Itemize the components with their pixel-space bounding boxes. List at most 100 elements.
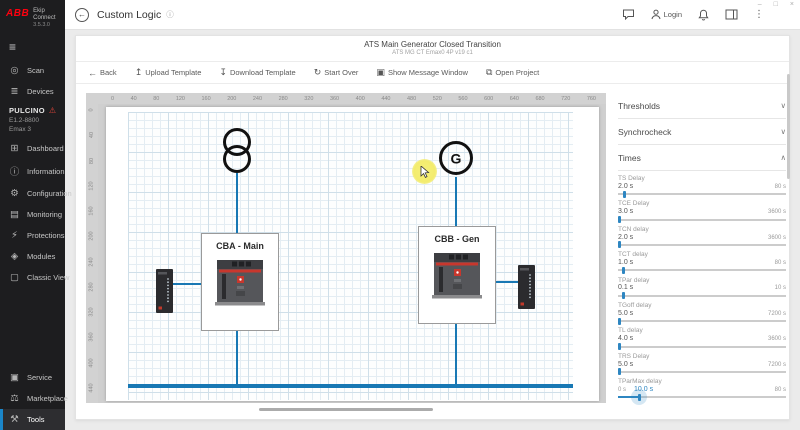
ruler-tick-label: 160 (201, 95, 211, 102)
transformer-symbol[interactable] (220, 127, 254, 179)
slider-thumb[interactable] (623, 190, 627, 198)
section-header-synchrocheck[interactable]: Synchrocheck ∨ (618, 119, 786, 145)
slider-max-label: 10 s (774, 285, 786, 292)
slider-thumb[interactable] (617, 368, 621, 376)
slider-tpar-delay: TPar delay 0.1 s 10 s (618, 277, 786, 302)
ruler-tick-label: 280 (278, 95, 288, 102)
slider-tct-delay: TCT delay 1.0 s 80 s (618, 251, 786, 276)
chevron-down-icon: ∨ (780, 101, 787, 110)
slider-track[interactable] (617, 343, 786, 351)
warning-icon: ⚠ (48, 106, 57, 116)
breaker-node-cbb-gen[interactable]: CBB - Gen (418, 226, 496, 324)
breaker-node-cba-main[interactable]: CBA - Main (201, 233, 279, 331)
ekip-module-right[interactable] (518, 265, 535, 309)
horizontal-ruler: 0 40 80 120 160 200 240 280 320 360 400 440 480 520 56… (98, 93, 606, 104)
maximize-icon[interactable]: □ (774, 1, 778, 8)
marketplace-icon: ⚖ (10, 393, 19, 404)
upload-template-button[interactable]: ↥ Upload Template (135, 67, 202, 78)
sidebar-item-classic-view[interactable]: ▢ Classic View (0, 267, 69, 288)
slider-track[interactable] (617, 368, 786, 376)
ruler-tick-label: 360 (89, 332, 95, 342)
generator-symbol[interactable]: G (437, 139, 475, 179)
canvas-viewport[interactable]: G CBA - Main CBB - Gen (98, 104, 606, 403)
notifications-bell-icon[interactable] (698, 9, 709, 21)
slider-thumb[interactable] (621, 292, 625, 300)
ruler-tick-label: 520 (432, 95, 442, 102)
show-message-window-button[interactable]: ▣ Show Message Window (376, 67, 468, 78)
section-header-times[interactable]: Times ∧ (618, 145, 786, 171)
download-template-button[interactable]: ↧ Download Template (219, 67, 295, 78)
slider-thumb[interactable] (617, 241, 621, 249)
sidebar-item-dashboard[interactable]: ⊞ Dashboard (0, 138, 65, 159)
start-over-button[interactable]: ↻ Start Over (314, 67, 359, 78)
ruler-tick-label: 400 (355, 95, 365, 102)
feedback-chat-icon[interactable] (622, 9, 635, 20)
section-label: Times (618, 152, 641, 163)
slider-track[interactable] (618, 389, 786, 406)
panel-scrollbar[interactable] (787, 74, 790, 179)
ekip-module-left[interactable] (156, 269, 173, 313)
back-button[interactable]: ← Back (88, 68, 117, 78)
brand: ABB Ekip Connect 3.5.3.0 (0, 0, 65, 34)
connector-cba-to-bus (236, 331, 238, 387)
ruler-tick-label: 240 (252, 95, 263, 102)
breaker-image (432, 253, 482, 299)
toolbar-item-label: Download Template (229, 68, 296, 77)
minimize-icon[interactable]: – (758, 1, 762, 8)
slider-track[interactable] (617, 216, 786, 224)
ruler-tick-label: 480 (407, 95, 417, 102)
slider-label: TRS Delay (618, 352, 650, 360)
sidebar-item-devices[interactable]: ≣ Devices (0, 81, 65, 102)
app-version: 3.5.3.0 (33, 21, 50, 28)
slider-label: TGoff delay (618, 301, 652, 309)
sidebar-item-tools[interactable]: ⚒ Tools (0, 409, 65, 430)
chevron-down-icon: ∨ (780, 127, 787, 136)
horizontal-scrollbar[interactable] (259, 408, 433, 411)
slider-track[interactable] (618, 266, 786, 274)
hamburger-menu-icon[interactable]: ≡ (0, 34, 65, 60)
slider-thumb[interactable] (622, 266, 626, 274)
slider-thumb[interactable] (617, 216, 621, 224)
login-button[interactable]: Login (651, 9, 682, 20)
device-family: Emax 3 (9, 125, 32, 133)
ruler-tick-label: 40 (130, 95, 137, 102)
open-project-icon: ⧉ (485, 67, 493, 77)
sidebar-item-scan[interactable]: ◎ Scan (0, 60, 65, 81)
sidebar-item-label: Modules (27, 252, 56, 262)
ruler-tick-label: 680 (535, 95, 545, 102)
device-block[interactable]: PULCINO ⚠ E1.2-8800 Emax 3 (0, 102, 65, 138)
toolbar-item-label: Open Project (495, 68, 540, 77)
sidebar-item-information[interactable]: ⓘ Information (0, 159, 65, 183)
close-icon[interactable]: × (790, 1, 794, 8)
sidebar-item-configuration[interactable]: ⚙ Configuration (0, 183, 71, 204)
sidebar-item-protections[interactable]: ⚡ Protections (0, 225, 65, 246)
sidebar-item-label: Monitoring (27, 210, 63, 220)
slider-thumb[interactable] (617, 317, 621, 325)
ruler-tick-label: 80 (89, 157, 95, 164)
ruler-tick-label: 200 (227, 95, 237, 102)
slider-label: TPar delay (618, 276, 650, 284)
slider-label: TCE Delay (618, 200, 650, 208)
slider-track[interactable] (617, 241, 786, 249)
sidebar-item-modules[interactable]: ◈ Modules (0, 246, 65, 267)
slider-track[interactable] (618, 292, 786, 300)
open-project-button[interactable]: ⧉ Open Project (486, 67, 539, 78)
sidebar-bottom-items: ▣ Service ⚖ Marketplace ⚒ Tools (0, 367, 68, 430)
slider-track[interactable] (618, 190, 786, 198)
side-panel-icon[interactable] (725, 9, 738, 20)
more-options-kebab-icon[interactable]: ⋮ (754, 9, 764, 20)
title-info-icon[interactable]: ⓘ (166, 9, 174, 20)
slider-thumb[interactable] (637, 393, 641, 401)
ruler-corner (86, 93, 98, 104)
sidebar-item-monitoring[interactable]: ▤ Monitoring (0, 204, 65, 225)
sidebar-item-service[interactable]: ▣ Service (0, 367, 65, 388)
login-label: Login (663, 10, 682, 19)
sidebar-item-marketplace[interactable]: ⚖ Marketplace (0, 388, 68, 409)
back-circle-icon[interactable]: ← (75, 7, 89, 22)
section-header-thresholds[interactable]: Thresholds ∨ (618, 93, 786, 119)
section-label: Thresholds (618, 100, 661, 111)
slider-thumb[interactable] (617, 343, 621, 351)
project-subtitle: ATS MG CT Emax0 4P v19 c1 (392, 50, 473, 56)
ruler-tick-label: 320 (304, 95, 314, 102)
slider-track[interactable] (617, 317, 786, 325)
